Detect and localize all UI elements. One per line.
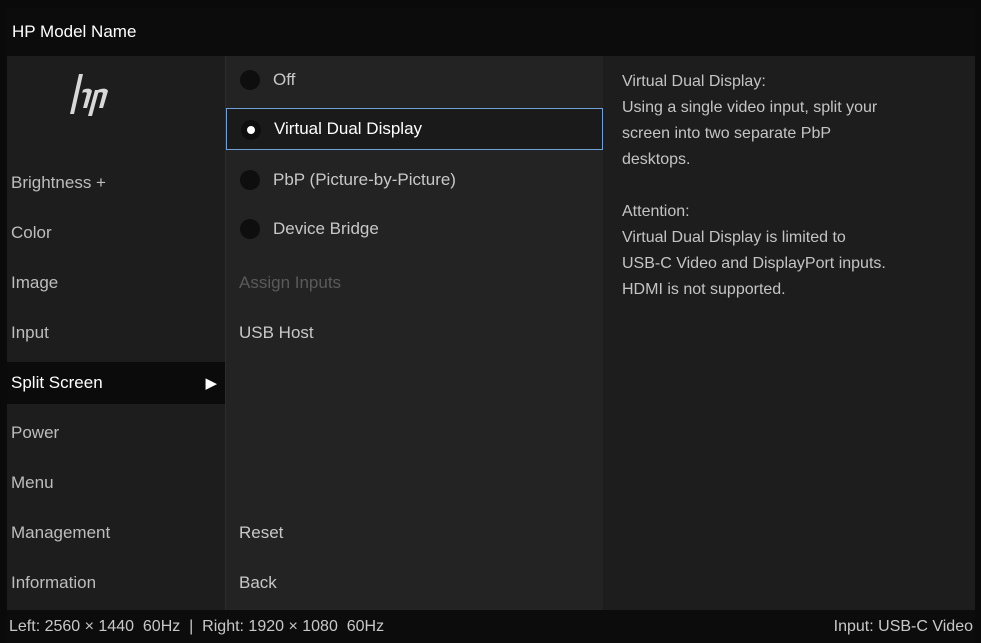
info-line: Using a single video input, split your — [622, 99, 878, 116]
sidebar-item-brightness[interactable]: Brightness + — [7, 162, 225, 204]
back-button[interactable]: Back — [226, 562, 602, 604]
sidebar-item-color[interactable]: Color — [7, 212, 225, 254]
sidebar-item-management[interactable]: Management — [7, 512, 225, 554]
sidebar-item-menu[interactable]: Menu — [7, 462, 225, 504]
info-heading: Virtual Dual Display: — [622, 73, 766, 90]
radio-icon — [240, 170, 260, 190]
info-panel: Virtual Dual Display: Using a single vid… — [603, 56, 975, 610]
sidebar-item-split-screen[interactable]: Split Screen ▶ — [7, 362, 225, 404]
osd-window: HP Model Name Brightness + Color Image I… — [0, 0, 981, 643]
attention-heading: Attention: — [622, 203, 690, 220]
model-name: HP Model Name — [12, 22, 137, 41]
title-bar: HP Model Name — [7, 8, 975, 56]
option-usb-host[interactable]: USB Host — [226, 312, 602, 354]
sidebar-item-information[interactable]: Information — [7, 562, 225, 604]
sidebar-item-image[interactable]: Image — [7, 262, 225, 304]
option-device-bridge[interactable]: Device Bridge — [226, 208, 602, 250]
chevron-right-icon: ▶ — [205, 375, 217, 392]
sidebar-item-input[interactable]: Input — [7, 312, 225, 354]
option-off[interactable]: Off — [226, 59, 602, 101]
option-assign-inputs: Assign Inputs — [239, 273, 342, 292]
hp-logo-icon — [70, 74, 108, 116]
resolution-status: Left: 2560 × 1440 60Hz | Right: 1920 × 1… — [9, 617, 385, 635]
options-panel: Off Virtual Dual Display PbP (Picture-by… — [225, 56, 605, 610]
attention-line: USB-C Video and DisplayPort inputs. — [622, 255, 886, 272]
sidebar-item-power[interactable]: Power — [7, 412, 225, 454]
reset-button[interactable]: Reset — [226, 512, 602, 554]
sidebar: Brightness + Color Image Input Split Scr… — [7, 56, 225, 610]
attention-line: Virtual Dual Display is limited to — [622, 229, 846, 246]
radio-selected-icon — [241, 120, 261, 140]
info-line: desktops. — [622, 151, 691, 168]
status-bar: Left: 2560 × 1440 60Hz | Right: 1920 × 1… — [7, 610, 975, 643]
info-line: screen into two separate PbP — [622, 125, 832, 142]
option-virtual-dual-display[interactable]: Virtual Dual Display — [226, 108, 603, 150]
radio-icon — [240, 70, 260, 90]
attention-line: HDMI is not supported. — [622, 281, 786, 298]
input-status: Input: USB-C Video — [833, 617, 973, 635]
radio-icon — [240, 219, 260, 239]
option-pbp[interactable]: PbP (Picture-by-Picture) — [226, 159, 602, 201]
